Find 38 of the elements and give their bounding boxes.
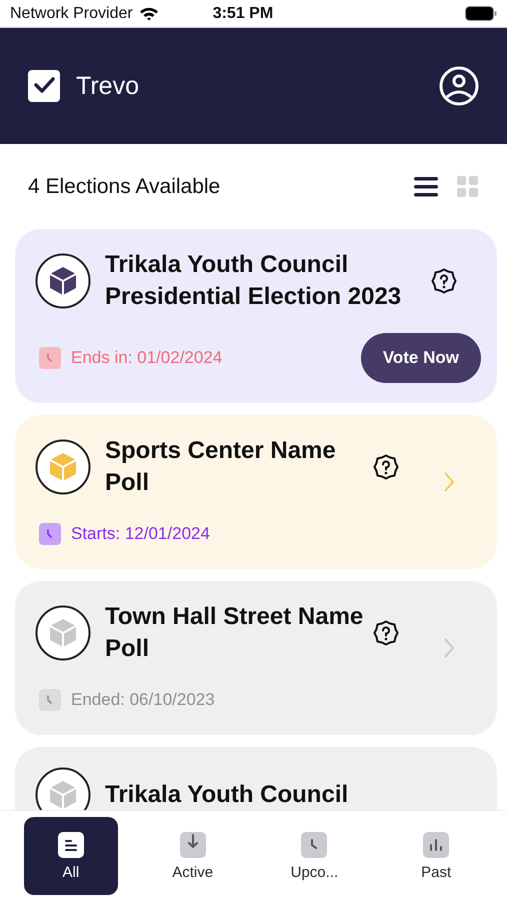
election-date: Ended: 06/10/2023 bbox=[71, 690, 215, 710]
app-title: Trevo bbox=[76, 72, 139, 100]
profile-icon[interactable] bbox=[439, 66, 479, 106]
chart-icon bbox=[423, 832, 450, 858]
election-card[interactable]: Sports Center Name Poll Starts: 12/01/2024 bbox=[15, 415, 497, 569]
wifi-icon bbox=[138, 6, 159, 21]
checkbox-logo-icon bbox=[28, 70, 60, 102]
clock-icon bbox=[301, 832, 328, 858]
elections-count: 4 Elections Available bbox=[28, 174, 220, 198]
cube-icon bbox=[35, 605, 91, 661]
clock-icon bbox=[39, 523, 61, 545]
carrier-name: Network Provider bbox=[10, 4, 133, 22]
cube-icon bbox=[35, 439, 91, 495]
vote-now-button[interactable]: Vote Now bbox=[360, 333, 481, 383]
battery-icon bbox=[465, 6, 497, 21]
election-title: Sports Center Name Poll bbox=[105, 436, 337, 498]
tab[interactable]: Active bbox=[146, 817, 240, 895]
election-title: Trikala Youth Council bbox=[105, 780, 348, 810]
tab[interactable]: Upco... bbox=[267, 817, 362, 895]
election-card[interactable]: Trikala Youth Council bbox=[15, 747, 497, 810]
election-date: Starts: 12/01/2024 bbox=[71, 524, 210, 544]
election-card[interactable]: Trikala Youth Council Presidential Election 2023 Ends in: 01/02/2024 Vote Now bbox=[15, 229, 497, 403]
list-view-icon[interactable] bbox=[413, 176, 439, 196]
cube-icon bbox=[35, 253, 91, 309]
election-title: Town Hall Street Name Poll bbox=[105, 602, 364, 664]
tab[interactable]: Past bbox=[389, 817, 484, 895]
help-icon[interactable] bbox=[373, 454, 399, 480]
election-card[interactable]: Town Hall Street Name Poll Ended: 06/10/2023 bbox=[15, 581, 497, 735]
status-time: 3:51 PM bbox=[212, 4, 274, 22]
download-icon bbox=[180, 832, 206, 858]
list-icon bbox=[58, 832, 84, 858]
tab[interactable]: All bbox=[24, 817, 118, 895]
clock-icon bbox=[39, 347, 61, 369]
election-date: Ends in: 01/02/2024 bbox=[71, 348, 222, 368]
election-title: Trikala Youth Council Presidential Election 2023 bbox=[105, 250, 402, 312]
help-icon[interactable] bbox=[373, 620, 399, 646]
clock-icon bbox=[39, 689, 61, 711]
help-icon[interactable] bbox=[431, 268, 457, 294]
